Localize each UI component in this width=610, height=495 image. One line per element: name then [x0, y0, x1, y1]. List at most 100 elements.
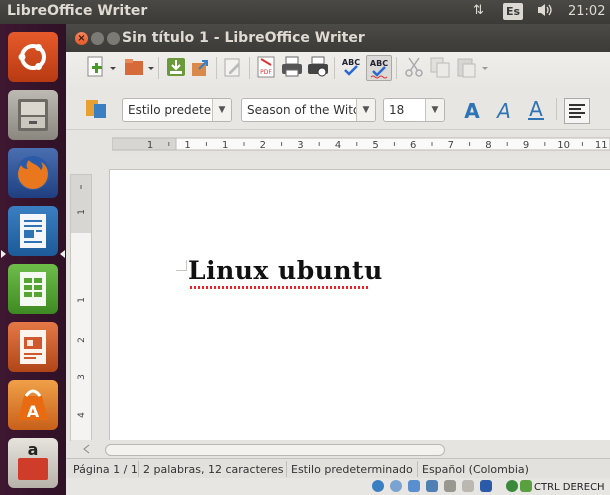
- shield-icon[interactable]: [520, 480, 532, 492]
- keyboard-layout-indicator[interactable]: Es: [503, 3, 523, 20]
- maximize-button[interactable]: [107, 32, 120, 45]
- spellcheck-icon[interactable]: ABC: [339, 55, 363, 79]
- document-page[interactable]: [109, 169, 610, 441]
- svg-text:1: 1: [77, 297, 87, 303]
- chevron-down-icon[interactable]: ▼: [212, 99, 231, 121]
- vertical-ruler[interactable]: 1 1 2 3 4: [70, 174, 92, 441]
- font-size-combo[interactable]: 18 ▼: [383, 98, 445, 122]
- ruler-tick-label: 2: [260, 140, 266, 151]
- new-dropdown-icon[interactable]: [108, 55, 118, 79]
- paste-dropdown-icon[interactable]: [480, 55, 490, 79]
- launcher-item-impress[interactable]: [8, 322, 58, 372]
- svg-text:A: A: [529, 98, 543, 121]
- close-button[interactable]: ×: [75, 32, 88, 45]
- launcher-item-dash[interactable]: [8, 32, 58, 82]
- align-left-icon[interactable]: [564, 98, 590, 124]
- scrollbar-thumb[interactable]: [105, 444, 445, 456]
- ruler-tick-label: 9: [523, 140, 529, 151]
- open-dropdown-icon[interactable]: [146, 55, 156, 79]
- status-separator: [286, 461, 287, 477]
- cut-icon[interactable]: [402, 55, 426, 79]
- ubuntu-logo-icon: [18, 44, 46, 70]
- document-text[interactable]: Linux ubuntu: [188, 256, 383, 285]
- paste-icon[interactable]: [454, 55, 478, 79]
- font-name-combo[interactable]: Season of the Witc ▼: [241, 98, 376, 122]
- toolbar-separator: [216, 57, 217, 79]
- svg-text:1: 1: [77, 209, 87, 215]
- styles-formatting-icon[interactable]: [84, 96, 108, 120]
- file-cabinet-icon: [18, 99, 48, 131]
- auto-spellcheck-icon[interactable]: ABC: [366, 55, 392, 81]
- disc-icon[interactable]: [390, 480, 402, 492]
- language-indicator[interactable]: Español (Colombia): [422, 463, 529, 476]
- font-size-value: 18: [389, 103, 405, 117]
- paragraph-style-combo[interactable]: Estilo predete ▼: [122, 98, 232, 122]
- svg-text:PDF: PDF: [260, 69, 272, 76]
- underline-icon[interactable]: A: [524, 97, 548, 122]
- pen-icon[interactable]: [408, 480, 420, 492]
- folder-icon[interactable]: [444, 480, 456, 492]
- page-style[interactable]: Estilo predeterminado: [291, 463, 413, 476]
- print-preview-icon[interactable]: [306, 55, 330, 79]
- new-document-icon[interactable]: [84, 55, 108, 79]
- volume-icon[interactable]: [537, 3, 553, 21]
- impress-icon: [20, 330, 46, 364]
- window-titlebar[interactable]: × Sin título 1 - LibreOffice Writer: [66, 24, 610, 52]
- status-bar: Página 1 / 1 2 palabras, 12 caracteres E…: [66, 458, 610, 479]
- amazon-icon: a: [18, 440, 48, 480]
- print-icon[interactable]: [280, 55, 304, 79]
- spellcheck-underline: [190, 286, 370, 289]
- ruler-tick-label: 11: [595, 140, 608, 151]
- drive-icon[interactable]: [462, 480, 474, 492]
- svg-text:ABC: ABC: [370, 59, 388, 68]
- ruler-tick-label: 4: [335, 140, 341, 151]
- toolbar-separator: [334, 57, 335, 79]
- status-separator: [417, 461, 418, 477]
- writer-window: × Sin título 1 - LibreOffice Writer PDF …: [66, 24, 610, 495]
- ruler-tick-label: 8: [485, 140, 491, 151]
- toolbar-separator: [396, 57, 397, 79]
- svg-text:A: A: [27, 402, 40, 421]
- writer-icon: [20, 214, 46, 248]
- launcher-item-firefox[interactable]: [8, 148, 58, 198]
- monitor-icon[interactable]: [426, 480, 438, 492]
- ruler-tick-label: 5: [372, 140, 378, 151]
- launcher-item-calc[interactable]: [8, 264, 58, 314]
- network-sort-icon[interactable]: ⇅: [473, 3, 484, 18]
- launcher-item-software-center[interactable]: A: [8, 380, 58, 430]
- launcher-item-amazon[interactable]: a: [8, 438, 58, 488]
- bold-icon[interactable]: A: [460, 98, 484, 123]
- chevron-down-icon[interactable]: ▼: [425, 99, 444, 121]
- open-folder-icon[interactable]: [122, 55, 146, 79]
- calc-icon: [20, 272, 46, 306]
- host-key-label: CTRL DERECH: [534, 482, 605, 493]
- launcher-item-writer[interactable]: [8, 206, 58, 256]
- save-icon[interactable]: [164, 55, 188, 79]
- edit-mode-icon[interactable]: [221, 55, 245, 79]
- word-count[interactable]: 2 palabras, 12 caracteres: [143, 463, 283, 476]
- page-indicator[interactable]: Página 1 / 1: [73, 463, 138, 476]
- clock[interactable]: 21:02: [568, 4, 605, 19]
- text-boundary-marker: [176, 260, 187, 271]
- ruler-tick-label: 3: [297, 140, 303, 151]
- device-icon[interactable]: [480, 480, 492, 492]
- export-pdf-icon[interactable]: PDF: [254, 55, 278, 79]
- launcher-item-files[interactable]: [8, 90, 58, 140]
- launcher: A a: [0, 24, 66, 495]
- svg-text:ABC: ABC: [342, 58, 360, 67]
- ruler-tick-label: 6: [410, 140, 416, 151]
- network-icon[interactable]: [372, 480, 384, 492]
- paragraph-style-value: Estilo predete: [128, 103, 212, 117]
- ruler-tick-label: 1: [222, 140, 228, 151]
- export-icon[interactable]: [189, 55, 213, 79]
- software-center-icon: A: [18, 389, 48, 421]
- ruler-tick-label: 7: [448, 140, 454, 151]
- italic-icon[interactable]: A: [492, 98, 516, 123]
- horizontal-ruler[interactable]: 1 1 1 2 3 4 5 6 7 8 9 10 11: [111, 134, 610, 154]
- copy-icon[interactable]: [428, 55, 452, 79]
- minimize-button[interactable]: [91, 32, 104, 45]
- globe-icon[interactable]: [506, 480, 518, 492]
- svg-text:4: 4: [77, 412, 87, 418]
- chevron-down-icon[interactable]: ▼: [356, 99, 375, 121]
- active-indicator-right: [60, 250, 65, 258]
